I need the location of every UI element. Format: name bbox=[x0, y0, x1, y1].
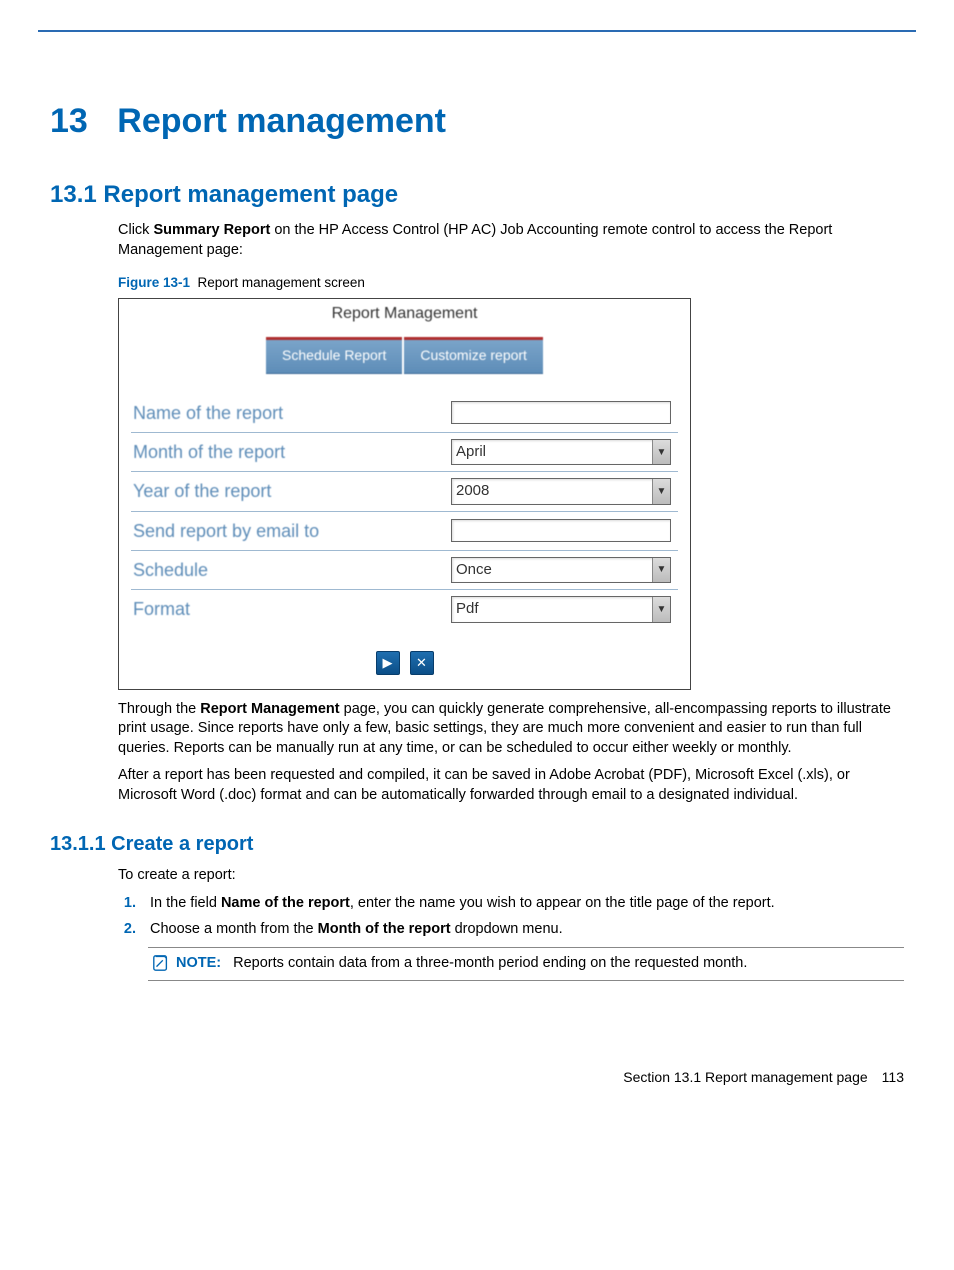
section-title: Report management page bbox=[103, 181, 398, 208]
chevron-down-icon: ▼ bbox=[652, 597, 670, 621]
input-send-email-to[interactable] bbox=[451, 519, 671, 542]
select-month-of-report[interactable]: April ▼ bbox=[451, 439, 671, 465]
step-2: Choose a month from the Month of the rep… bbox=[140, 920, 904, 940]
chevron-down-icon: ▼ bbox=[652, 558, 670, 582]
play-icon[interactable]: ▶ bbox=[376, 651, 400, 675]
label-year-of-report: Year of the report bbox=[131, 475, 451, 507]
screenshot-title: Report Management bbox=[119, 299, 690, 331]
select-format[interactable]: Pdf ▼ bbox=[451, 596, 671, 622]
step-1: In the field Name of the report, enter t… bbox=[140, 894, 904, 914]
label-month-of-report: Month of the report bbox=[131, 436, 451, 468]
paragraph-after-report: After a report has been requested and co… bbox=[118, 766, 904, 805]
chevron-down-icon: ▼ bbox=[652, 479, 670, 503]
intro-paragraph: Click Summary Report on the HP Access Co… bbox=[118, 221, 904, 260]
section-heading: 13.1 Report management page bbox=[50, 181, 904, 209]
paragraph-report-management: Through the Report Management page, you … bbox=[118, 700, 904, 759]
note-icon bbox=[152, 954, 170, 972]
input-name-of-report[interactable] bbox=[451, 401, 671, 424]
create-intro: To create a report: bbox=[118, 866, 904, 886]
label-name-of-report: Name of the report bbox=[131, 397, 451, 429]
note-text: Reports contain data from a three-month … bbox=[233, 955, 747, 971]
close-icon[interactable]: ✕ bbox=[410, 651, 434, 675]
label-schedule: Schedule bbox=[131, 554, 451, 586]
figure-label: Figure 13-1 Report management screen bbox=[118, 274, 904, 292]
note-box: NOTE: Reports contain data from a three-… bbox=[148, 947, 904, 981]
note-label: NOTE: bbox=[176, 955, 221, 971]
chapter-number: 13 bbox=[50, 102, 88, 140]
chapter-title: Report management bbox=[117, 102, 446, 140]
chevron-down-icon: ▼ bbox=[652, 440, 670, 464]
page-footer: Section 13.1 Report management page 113 bbox=[0, 1019, 954, 1085]
footer-section: Section 13.1 Report management page bbox=[623, 1069, 867, 1085]
page-content: 13 Report management 13.1 Report managem… bbox=[0, 42, 954, 1019]
tab-schedule-report[interactable]: Schedule Report bbox=[266, 337, 402, 374]
select-schedule[interactable]: Once ▼ bbox=[451, 557, 671, 583]
report-management-screenshot: Report Management Schedule Report Custom… bbox=[118, 298, 691, 689]
label-send-email-to: Send report by email to bbox=[131, 515, 451, 547]
label-format: Format bbox=[131, 593, 451, 625]
top-rule bbox=[38, 30, 916, 32]
select-year-of-report[interactable]: 2008 ▼ bbox=[451, 478, 671, 504]
footer-page-number: 113 bbox=[882, 1069, 904, 1085]
steps-list: In the field Name of the report, enter t… bbox=[118, 894, 904, 939]
screenshot-tabs: Schedule Report Customize report bbox=[119, 331, 690, 388]
tab-customize-report[interactable]: Customize report bbox=[404, 337, 543, 374]
subsection-heading: 13.1.1 Create a report bbox=[50, 833, 904, 856]
chapter-heading: 13 Report management bbox=[50, 102, 904, 141]
section-number: 13.1 bbox=[50, 181, 97, 208]
